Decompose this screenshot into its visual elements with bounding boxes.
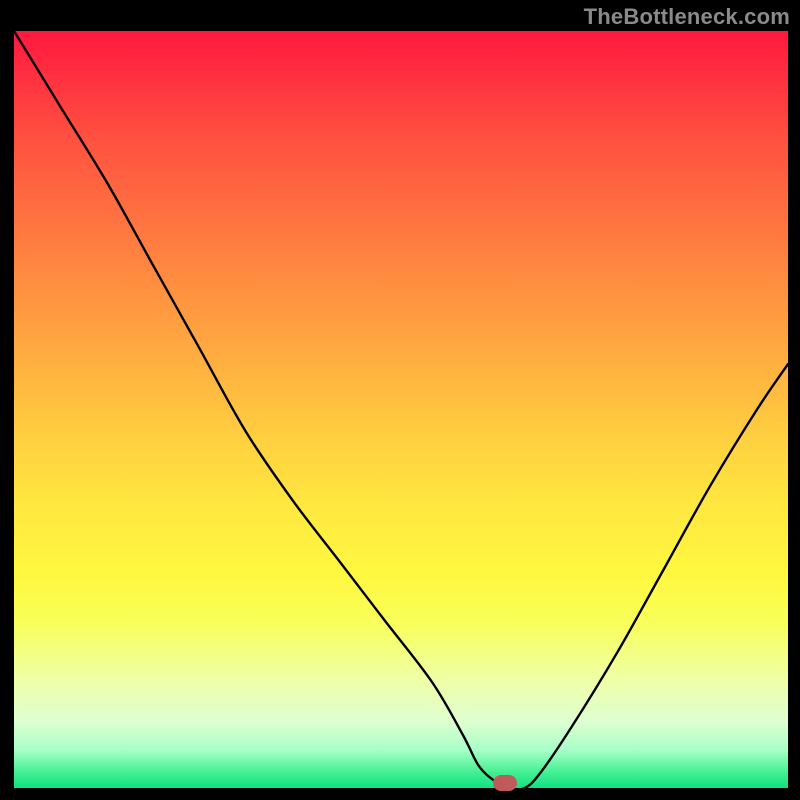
optimum-marker [493,775,517,791]
bottleneck-curve [14,31,788,788]
plot-area [14,31,788,788]
watermark-text: TheBottleneck.com [584,4,790,30]
chart-frame: TheBottleneck.com [0,0,800,800]
